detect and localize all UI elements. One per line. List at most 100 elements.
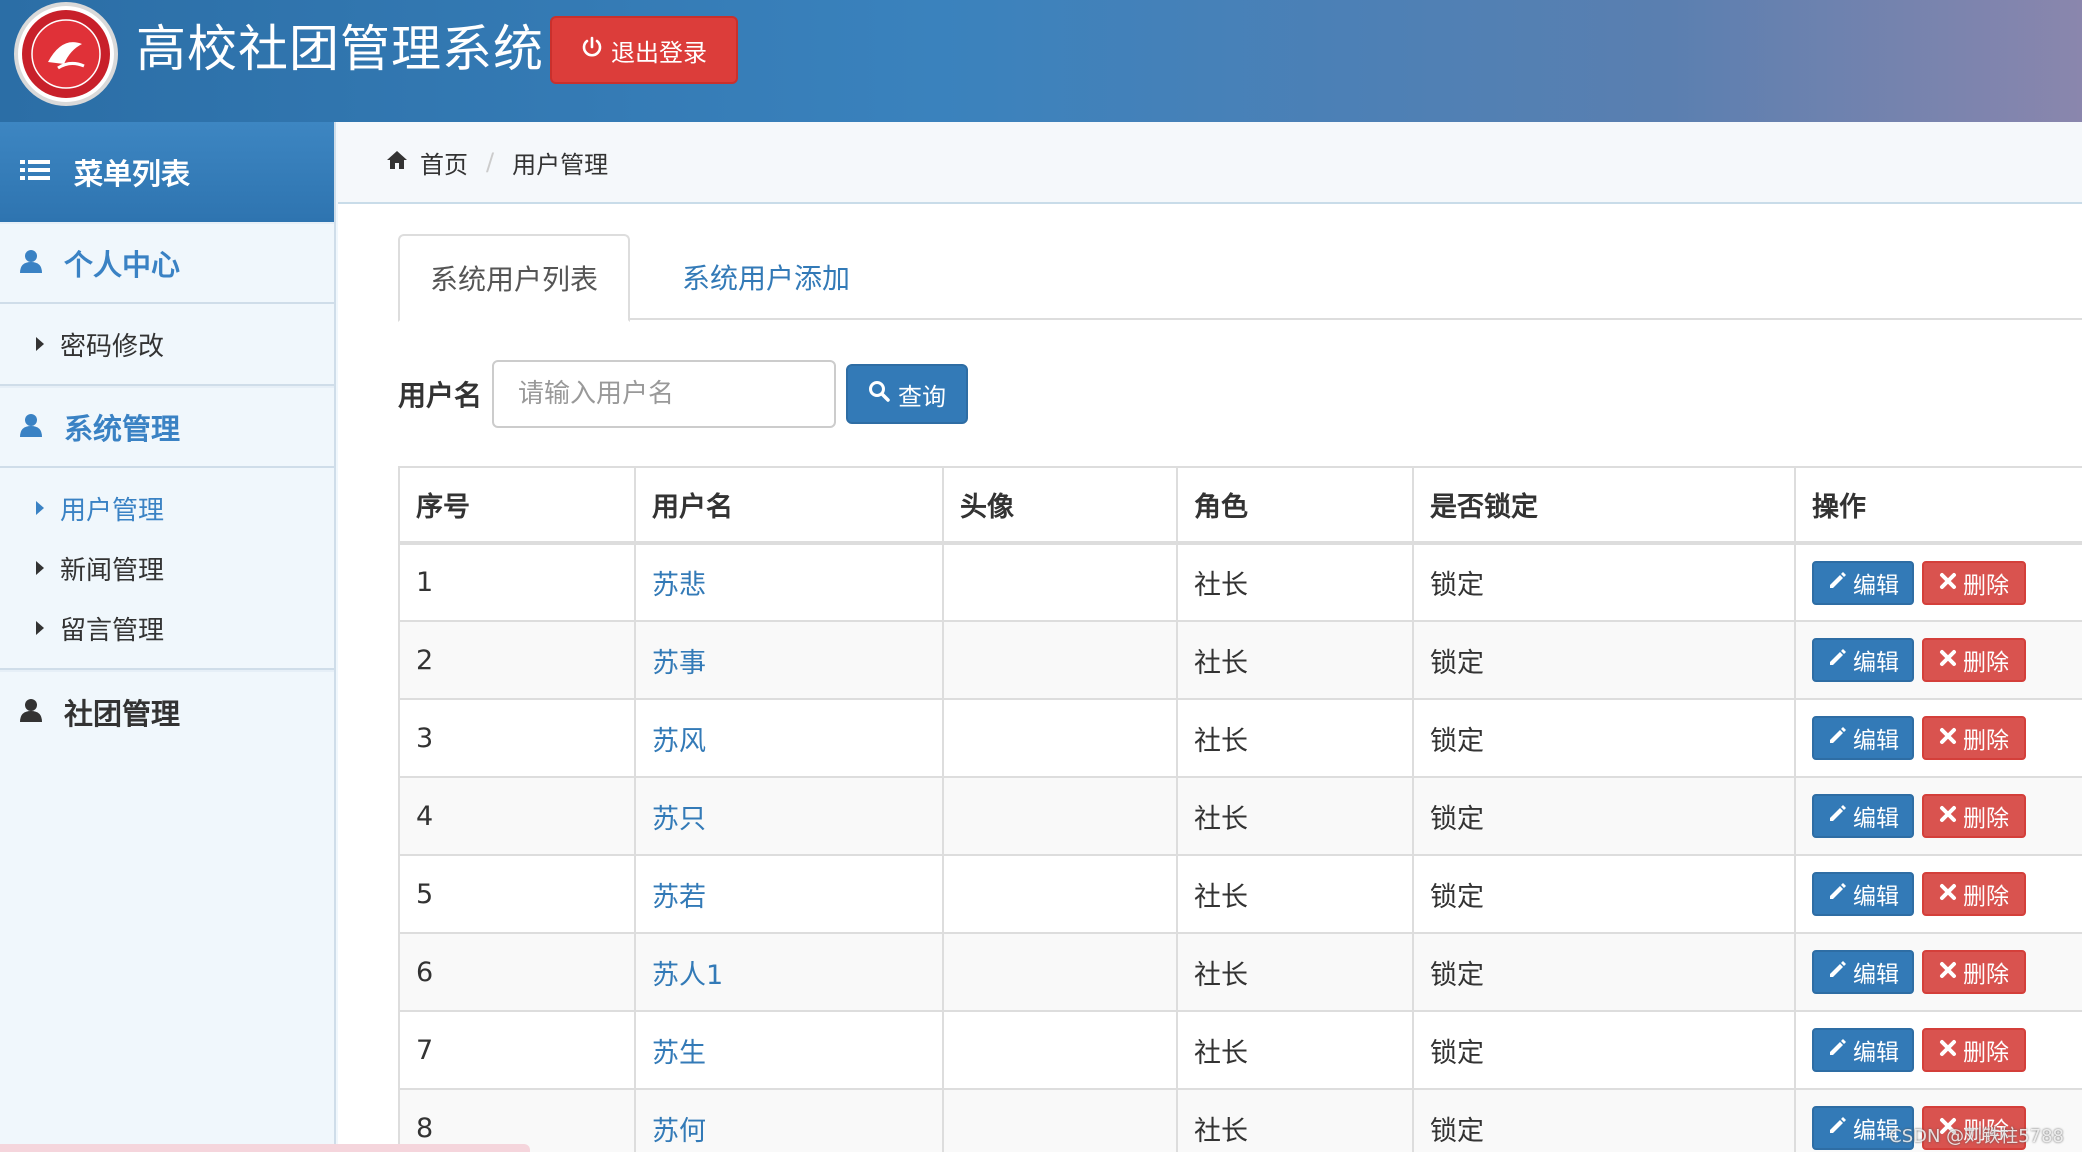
username-search-input[interactable] <box>492 360 837 428</box>
cell-role: 社长 <box>1176 1088 1414 1152</box>
pencil-icon <box>1827 1037 1847 1063</box>
cell-username-link[interactable]: 苏悲 <box>634 542 944 622</box>
delete-label: 删除 <box>1963 650 2009 676</box>
cell-username-link[interactable]: 苏若 <box>634 854 944 934</box>
cell-avatar <box>942 1010 1178 1090</box>
cell-locked: 锁定 <box>1412 620 1796 700</box>
breadcrumb-current: 用户管理 <box>512 150 609 179</box>
table-row: 5 苏若 社长 锁定 编辑 删除 <box>398 854 2082 934</box>
search-button[interactable]: 查询 <box>846 364 969 424</box>
cell-role: 社长 <box>1176 854 1414 934</box>
cell-username-link[interactable]: 苏生 <box>634 1010 944 1090</box>
breadcrumb-home[interactable]: 首页 <box>420 145 468 180</box>
sidebar-item-users[interactable]: 用户管理 <box>0 478 334 538</box>
cell-role: 社长 <box>1176 932 1414 1012</box>
edit-button[interactable]: 编辑 <box>1812 560 1914 605</box>
sidebar-submenu-personal: 密码修改 <box>0 304 334 386</box>
cell-no: 3 <box>398 698 636 778</box>
sidebar-item-news[interactable]: 新闻管理 <box>0 538 334 598</box>
cell-avatar <box>942 698 1178 778</box>
delete-button[interactable]: 删除 <box>1922 794 2026 838</box>
cell-locked: 锁定 <box>1412 776 1796 856</box>
cell-actions: 编辑 删除 <box>1794 932 2082 1012</box>
cell-locked: 锁定 <box>1412 1088 1796 1152</box>
sidebar-group-system[interactable]: 系统管理 <box>0 386 334 468</box>
column-header: 角色 <box>1176 466 1414 545</box>
cell-role: 社长 <box>1176 620 1414 700</box>
delete-button[interactable]: 删除 <box>1922 872 2026 916</box>
cell-actions: 编辑 删除 <box>1794 776 2082 856</box>
delete-button[interactable]: 删除 <box>1922 638 2026 682</box>
table-header-row: 序号 用户名 头像 角色 是否锁定 操作 <box>398 466 2082 545</box>
delete-label: 删除 <box>1963 728 2009 754</box>
sidebar-item-messages[interactable]: 留言管理 <box>0 598 334 658</box>
user-icon <box>20 410 42 444</box>
pencil-icon <box>1827 725 1847 751</box>
edit-button[interactable]: 编辑 <box>1812 1028 1914 1072</box>
sidebar-item-label: 留言管理 <box>60 615 165 646</box>
close-icon <box>1939 959 1957 985</box>
cell-username-link[interactable]: 苏何 <box>634 1088 944 1152</box>
edit-button[interactable]: 编辑 <box>1812 794 1914 838</box>
delete-button[interactable]: 删除 <box>1922 1028 2026 1072</box>
caret-right-icon <box>36 337 44 351</box>
table-row: 6 苏人1 社长 锁定 编辑 删除 <box>398 932 2082 1012</box>
sidebar-item-label: 密码修改 <box>60 331 165 362</box>
top-header: 高校社团管理系统 退出登录 <box>0 0 2082 122</box>
tab-user-add[interactable]: 系统用户添加 <box>666 234 866 320</box>
cell-no: 2 <box>398 620 636 700</box>
close-icon <box>1939 881 1957 907</box>
delete-button[interactable]: 删除 <box>1922 950 2026 994</box>
column-header: 头像 <box>942 466 1178 545</box>
breadcrumb-separator: / <box>486 148 495 176</box>
edit-button[interactable]: 编辑 <box>1812 716 1914 760</box>
edit-button[interactable]: 编辑 <box>1812 872 1914 916</box>
close-icon <box>1939 647 1957 673</box>
search-icon <box>868 380 890 408</box>
close-icon <box>1939 1037 1957 1063</box>
cell-username-link[interactable]: 苏人1 <box>634 932 944 1012</box>
user-icon <box>20 246 42 280</box>
logout-button[interactable]: 退出登录 <box>550 16 738 84</box>
tab-user-list[interactable]: 系统用户列表 <box>398 234 630 322</box>
logout-label: 退出登录 <box>611 38 707 67</box>
cell-username-link[interactable]: 苏事 <box>634 620 944 700</box>
cell-actions: 编辑 删除 <box>1794 698 2082 778</box>
pencil-icon <box>1827 881 1847 907</box>
delete-button[interactable]: 删除 <box>1922 560 2026 605</box>
sidebar-item-password[interactable]: 密码修改 <box>0 314 334 374</box>
cell-username-link[interactable]: 苏风 <box>634 698 944 778</box>
search-label: 用户名 <box>398 379 483 412</box>
delete-label: 删除 <box>1963 884 2009 910</box>
sidebar-group-personal[interactable]: 个人中心 <box>0 222 334 304</box>
cell-avatar <box>942 776 1178 856</box>
delete-button[interactable]: 删除 <box>1922 716 2026 760</box>
cell-locked: 锁定 <box>1412 932 1796 1012</box>
cell-username-link[interactable]: 苏只 <box>634 776 944 856</box>
pencil-icon <box>1827 647 1847 673</box>
edit-label: 编辑 <box>1853 728 1899 754</box>
user-icon <box>20 695 42 729</box>
edit-label: 编辑 <box>1853 806 1899 832</box>
school-logo <box>14 2 118 106</box>
edit-label: 编辑 <box>1853 884 1899 910</box>
caret-right-icon <box>36 561 44 575</box>
sidebar-title: 菜单列表 <box>74 157 191 191</box>
edit-label: 编辑 <box>1853 1040 1899 1066</box>
edit-button[interactable]: 编辑 <box>1812 950 1914 994</box>
sidebar-submenu-system: 用户管理 新闻管理 留言管理 <box>0 468 334 670</box>
edit-label: 编辑 <box>1853 572 1899 599</box>
column-header: 序号 <box>398 466 636 545</box>
cell-locked: 锁定 <box>1412 1010 1796 1090</box>
close-icon <box>1939 725 1957 751</box>
sidebar-group-clubs[interactable]: 社团管理 <box>0 670 334 752</box>
cell-role: 社长 <box>1176 542 1414 622</box>
edit-button[interactable]: 编辑 <box>1812 638 1914 682</box>
cell-actions: 编辑 删除 <box>1794 620 2082 700</box>
edit-label: 编辑 <box>1853 962 1899 988</box>
cell-no: 4 <box>398 776 636 856</box>
column-header: 用户名 <box>634 466 944 545</box>
cell-no: 6 <box>398 932 636 1012</box>
pencil-icon <box>1827 803 1847 829</box>
cell-locked: 锁定 <box>1412 542 1796 622</box>
